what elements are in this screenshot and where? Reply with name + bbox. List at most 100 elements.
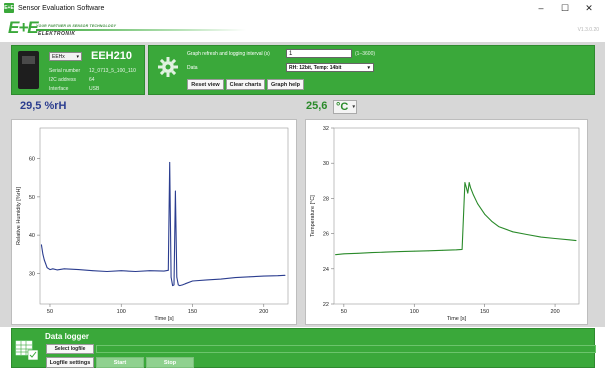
stop-logging-button[interactable]: Stop [146, 357, 194, 368]
data-point [169, 162, 171, 163]
data-point [427, 250, 429, 252]
data-point [167, 269, 169, 271]
maximize-button[interactable]: ☐ [553, 0, 577, 16]
device-panel: EEHx ▾ EEH210 Serial number 12_0713_5_10… [11, 45, 145, 95]
data-point [249, 276, 250, 278]
y-tick-label: 28 [323, 196, 329, 202]
close-button[interactable]: ✕ [577, 0, 601, 16]
data-point [182, 284, 183, 286]
data-point [498, 226, 500, 227]
x-tick-label: 150 [480, 309, 489, 315]
data-point [467, 192, 469, 194]
data-point [335, 254, 336, 256]
data-point [568, 239, 570, 241]
version-label: V1.3.0.20 [577, 27, 599, 33]
data-point [176, 276, 178, 278]
brand-name: ELEKTRONIK [38, 31, 76, 37]
data-point [357, 252, 359, 254]
window-controls: – ☐ ✕ [529, 0, 601, 16]
data-point [526, 234, 528, 235]
x-tick-label: 150 [188, 309, 197, 315]
chevron-down-icon: ▾ [367, 65, 370, 71]
logfile-path-field[interactable] [96, 345, 596, 353]
x-tick-label: 50 [47, 309, 53, 315]
data-point [540, 236, 542, 238]
data-resolution-value: RH: 12bit, Temp: 14bit [289, 65, 342, 71]
interval-input[interactable]: 1 [286, 49, 352, 58]
data-point [343, 253, 345, 255]
interval-range: (1–3600) [355, 51, 376, 57]
data-point [45, 263, 47, 265]
window-title: Sensor Evaluation Software [18, 4, 105, 12]
y-tick-label: 32 [323, 126, 329, 132]
data-point [468, 182, 470, 183]
logfile-settings-button[interactable]: Logfile settings [46, 357, 94, 368]
data-point [49, 269, 51, 270]
data-point [461, 249, 463, 250]
device-name: EEH210 [91, 50, 132, 62]
data-point [464, 182, 466, 183]
series-line [335, 182, 577, 256]
temperature-unit-select[interactable]: °C ▾ [333, 100, 357, 114]
data-point [413, 250, 415, 252]
data-logger-title: Data logger [45, 332, 90, 341]
data-point [46, 267, 48, 269]
data-point [170, 276, 172, 278]
graph-help-button[interactable]: Graph help [267, 79, 304, 90]
data-logger-panel: Data logger Select logfile Logfile setti… [11, 328, 596, 368]
start-logging-button[interactable]: Start [96, 357, 144, 368]
data-point [41, 244, 42, 246]
data-point [385, 251, 387, 253]
y-tick-label: 60 [29, 157, 35, 163]
y-axis-label: Temperature [°C] [310, 195, 316, 237]
clear-charts-button[interactable]: Clear charts [226, 79, 265, 90]
y-tick-label: 50 [29, 195, 35, 201]
device-family-value: EEHx [52, 54, 65, 60]
select-logfile-button[interactable]: Select logfile [46, 344, 94, 354]
sensor-device-icon [18, 51, 39, 89]
data-point [179, 285, 181, 287]
data-point [512, 231, 514, 233]
data-label: Data [187, 65, 198, 71]
x-tick-label: 100 [117, 309, 126, 315]
i2c-label: I2C address [49, 77, 76, 83]
data-point [575, 240, 577, 242]
i2c-value: 64 [89, 77, 95, 83]
serial-label: Serial number [49, 68, 81, 74]
y-tick-label: 24 [323, 267, 329, 273]
y-tick-label: 40 [29, 233, 35, 239]
x-tick-label: 200 [259, 309, 268, 315]
gear-icon [158, 57, 178, 77]
brand-tagline: YOUR PARTNER IN SENSOR TECHNOLOGY [36, 24, 117, 28]
y-tick-label: 30 [29, 271, 35, 277]
data-point [149, 270, 151, 272]
data-point [554, 238, 556, 239]
app-icon: E+E [4, 3, 14, 13]
data-point [52, 268, 54, 270]
data-point [135, 271, 136, 272]
humidity-chart[interactable]: 50 100 150 200 30 40 50 60 Time [s] Relative Humi… [11, 119, 297, 325]
data-point [92, 270, 94, 272]
title-bar: E+E Sensor Evaluation Software – ☐ ✕ [0, 0, 605, 16]
plot-frame [333, 127, 580, 305]
data-point [173, 284, 175, 286]
minimize-button[interactable]: – [529, 0, 553, 16]
data-point [120, 270, 122, 272]
y-tick-label: 22 [323, 302, 329, 308]
device-family-select[interactable]: EEHx ▾ [49, 52, 82, 61]
data-point [78, 269, 79, 270]
x-axis-label: Time [s] [154, 316, 174, 322]
data-point [477, 203, 479, 205]
temperature-reading: 25,6 [306, 100, 328, 112]
reset-view-button[interactable]: Reset view [187, 79, 224, 90]
temperature-unit-value: °C [336, 101, 349, 113]
data-point [442, 249, 443, 251]
readings-bar [0, 98, 605, 118]
data-resolution-select[interactable]: RH: 12bit, Temp: 14bit ▾ [286, 63, 374, 72]
temperature-chart[interactable]: 50 100 150 200 22 24 26 28 30 32 Time [s] Temperatu… [305, 119, 588, 325]
data-point [484, 213, 486, 215]
data-point [470, 187, 471, 189]
data-point [163, 270, 165, 272]
data-point [263, 275, 265, 277]
data-point [491, 220, 493, 222]
